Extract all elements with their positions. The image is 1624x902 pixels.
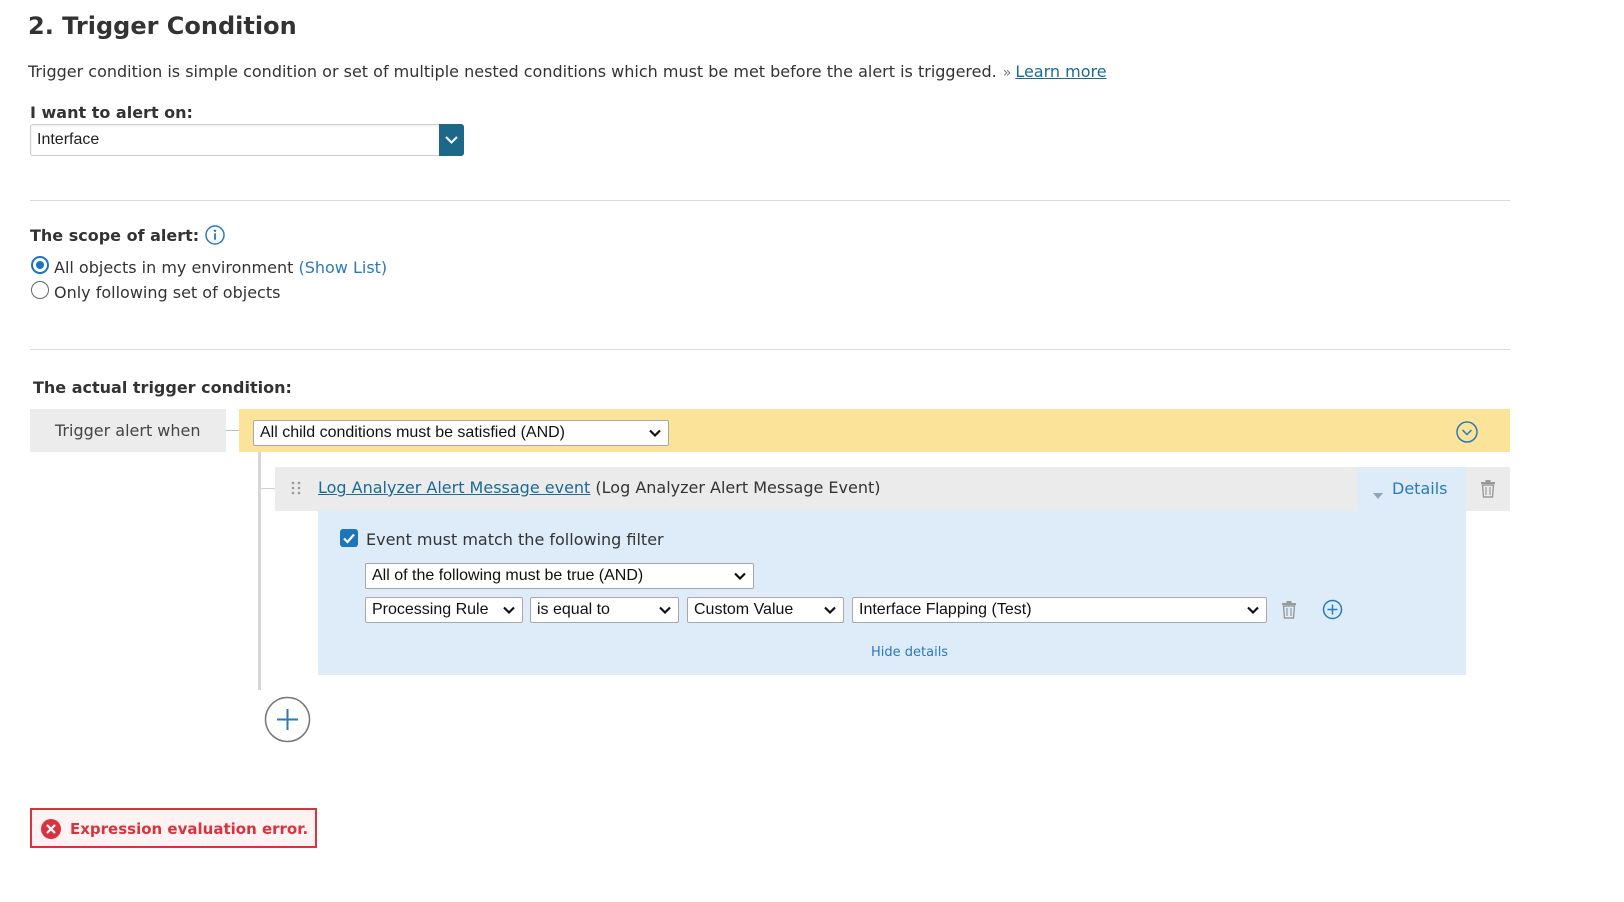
filter-checkbox[interactable]	[340, 529, 358, 547]
details-toggle[interactable]: Details	[1357, 467, 1466, 511]
rule-value-type-value: Custom Value	[694, 601, 794, 618]
rule-field-select[interactable]: Processing Rule	[365, 597, 523, 623]
chevron-down-icon[interactable]	[439, 124, 464, 156]
divider	[30, 200, 1510, 201]
trigger-label: The actual trigger condition:	[33, 378, 292, 397]
delete-event-button[interactable]	[1466, 467, 1510, 511]
learn-more-prefix: »	[1002, 65, 1012, 81]
alert-on-value: Interface	[37, 131, 100, 148]
chevron-down-icon	[823, 603, 837, 622]
trigger-when-label: Trigger alert when	[30, 409, 226, 452]
condition-logic-select[interactable]: All child conditions must be satisfied (…	[253, 420, 669, 446]
rule-operator-value: is equal to	[537, 601, 610, 618]
scope-following-radio[interactable]	[31, 281, 49, 299]
chevron-down-icon	[658, 603, 672, 622]
collapse-circle-icon[interactable]	[1455, 420, 1479, 444]
chevron-down-icon	[733, 569, 747, 588]
scope-all-option: All objects in my environment (Show List…	[54, 258, 387, 277]
event-title: Log Analyzer Alert Message event (Log An…	[318, 478, 881, 497]
scope-label: The scope of alert:	[30, 226, 200, 245]
rule-value-value: Interface Flapping (Test)	[859, 601, 1032, 618]
condition-logic-value: All child conditions must be satisfied (…	[260, 424, 566, 441]
chevron-down-icon	[502, 603, 516, 622]
rule-value-type-select[interactable]: Custom Value	[687, 597, 844, 623]
error-text: Expression evaluation error.	[70, 820, 309, 838]
filter-logic-select[interactable]: All of the following must be true (AND)	[365, 563, 754, 589]
filter-logic-value: All of the following must be true (AND)	[372, 567, 644, 584]
event-suffix: (Log Analyzer Alert Message Event)	[595, 478, 881, 497]
event-link[interactable]: Log Analyzer Alert Message event	[318, 478, 590, 497]
info-icon[interactable]	[204, 224, 226, 246]
rule-field-value: Processing Rule	[372, 601, 489, 618]
chevron-down-icon	[648, 426, 662, 445]
rule-operator-select[interactable]: is equal to	[530, 597, 679, 623]
description-text: Trigger condition is simple condition or…	[28, 62, 997, 81]
filter-checkbox-label: Event must match the following filter	[366, 530, 664, 549]
checkmark-icon	[343, 533, 355, 544]
show-list-link[interactable]: (Show List)	[298, 258, 387, 277]
add-condition-button[interactable]	[264, 696, 311, 747]
divider	[30, 349, 1510, 350]
scope-following-label: Only following set of objects	[54, 283, 281, 302]
hide-details-link[interactable]: Hide details	[871, 645, 948, 660]
scope-all-radio[interactable]	[31, 256, 49, 274]
error-message: Expression evaluation error.	[30, 808, 317, 848]
tree-branch	[261, 488, 275, 489]
alert-on-select[interactable]: Interface	[30, 124, 464, 156]
alert-on-label: I want to alert on:	[30, 103, 193, 122]
add-rule-icon[interactable]	[1322, 599, 1343, 624]
connector-line	[226, 430, 239, 431]
triangle-down-icon	[1372, 485, 1384, 504]
trash-icon[interactable]	[1280, 600, 1298, 624]
trash-icon	[1479, 479, 1497, 503]
details-label: Details	[1392, 479, 1448, 498]
drag-handle-icon[interactable]	[290, 480, 302, 496]
plus-circle-icon	[264, 696, 311, 743]
page-title: 2. Trigger Condition	[28, 12, 297, 40]
learn-more-link[interactable]: Learn more	[1015, 62, 1106, 81]
section-description: Trigger condition is simple condition or…	[28, 62, 1107, 81]
rule-value-select[interactable]: Interface Flapping (Test)	[852, 597, 1267, 623]
error-icon	[40, 818, 62, 844]
scope-all-label: All objects in my environment	[54, 258, 294, 277]
chevron-down-icon	[1246, 603, 1260, 622]
